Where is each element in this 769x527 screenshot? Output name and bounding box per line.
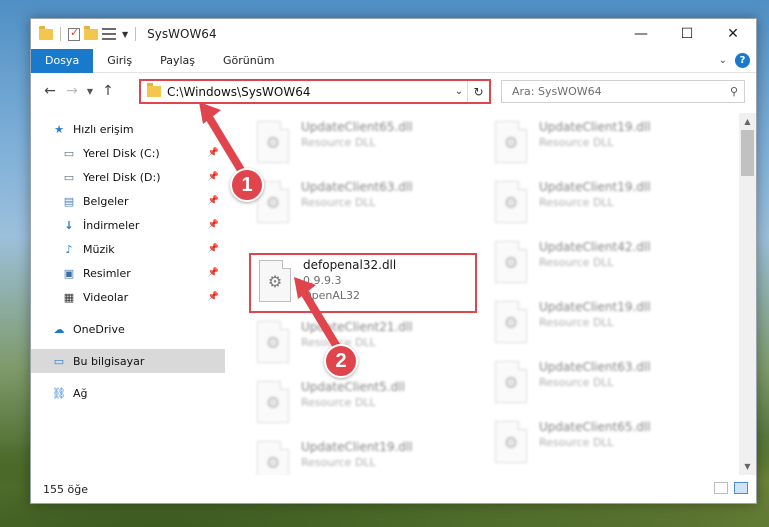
sidebar-item-music[interactable]: ♪ Müzik 📌 — [31, 237, 225, 261]
dll-file-icon: ⚙ — [257, 321, 289, 363]
scroll-up-arrow-icon[interactable]: ▲ — [739, 113, 756, 130]
dll-file-icon: ⚙ — [495, 301, 527, 343]
tab-home[interactable]: Giriş — [93, 49, 146, 73]
refresh-icon[interactable]: ↻ — [467, 81, 489, 102]
folder-icon — [147, 83, 161, 97]
dll-file-icon: ⚙ — [495, 121, 527, 163]
pin-icon[interactable]: 📌 — [208, 196, 219, 206]
cloud-icon: ☁ — [53, 322, 65, 336]
highlighted-file-defopenal32[interactable]: ⚙ defopenal32.dll 0.9.9.3 OpenAL32 — [249, 253, 477, 313]
search-icon[interactable]: ⚲ — [724, 85, 744, 98]
drive-icon: ▭ — [63, 146, 75, 160]
pin-icon[interactable]: 📌 — [208, 268, 219, 278]
details-view-icon[interactable] — [714, 482, 728, 494]
list-item[interactable]: ⚙ UpdateClient19.dll Resource DLL — [487, 295, 715, 355]
minimize-button[interactable]: — — [618, 19, 664, 49]
vertical-scrollbar[interactable]: ▲ ▼ — [739, 113, 756, 475]
address-path[interactable]: C:\Windows\SysWOW64 — [167, 85, 451, 99]
sidebar-item-this-pc[interactable]: ▭ Bu bilgisayar — [31, 349, 225, 373]
drive-icon: ▭ — [63, 170, 75, 184]
list-item[interactable]: ⚙ UpdateClient19.dll Resource DLL — [487, 115, 715, 175]
ribbon-tabs: Dosya Giriş Paylaş Görünüm ⌄ ? — [31, 48, 756, 73]
sidebar-item-network[interactable]: ⛓ Ağ — [31, 381, 225, 405]
folder-icon — [39, 25, 53, 40]
sidebar-item-pictures[interactable]: ▣ Resimler 📌 — [31, 261, 225, 285]
list-item[interactable]: ⚙ UpdateClient63.dll Resource DLL — [249, 175, 477, 235]
list-item[interactable]: ⚙ UpdateClient42.dll Resource DLL — [487, 235, 715, 295]
dll-file-icon: ⚙ — [495, 361, 527, 403]
list-item[interactable]: ⚙ UpdateClient19.dll Resource DLL — [249, 435, 477, 475]
tab-view[interactable]: Görünüm — [209, 49, 288, 73]
title-bar: ▼ SysWOW64 — ☐ ✕ — [31, 19, 756, 49]
video-icon: ▦ — [63, 290, 75, 304]
back-button[interactable]: ← — [39, 79, 61, 103]
forward-button[interactable]: → — [61, 79, 83, 103]
computer-icon: ▭ — [53, 354, 65, 368]
close-button[interactable]: ✕ — [710, 19, 756, 49]
network-icon: ⛓ — [52, 386, 66, 400]
documents-icon: ▤ — [63, 194, 75, 208]
step-badge-2: 2 — [324, 344, 358, 378]
window-controls: — ☐ ✕ — [618, 19, 756, 49]
scroll-down-arrow-icon[interactable]: ▼ — [739, 458, 756, 475]
address-dropdown-chevron-icon[interactable]: ⌄ — [451, 86, 467, 97]
window-title: SysWOW64 — [147, 27, 217, 41]
dll-file-icon: ⚙ — [257, 381, 289, 423]
properties-icon[interactable] — [68, 26, 80, 41]
star-icon: ★ — [54, 122, 64, 136]
tab-file[interactable]: Dosya — [31, 48, 94, 73]
dll-file-icon: ⚙ — [257, 441, 289, 475]
list-item[interactable]: ⚙ UpdateClient19.dll Resource DLL — [487, 175, 715, 235]
new-folder-icon[interactable] — [84, 25, 98, 40]
list-item[interactable]: ⚙ UpdateClient65.dll Resource DLL — [487, 415, 715, 475]
expand-ribbon-chevron-icon[interactable]: ⌄ — [719, 55, 727, 66]
list-item[interactable]: ⚙ UpdateClient5.dll Resource DLL — [249, 375, 477, 435]
item-count: 155 öğe — [43, 482, 88, 496]
status-bar: 155 öğe — [31, 475, 756, 503]
up-button[interactable]: ↑ — [97, 79, 119, 103]
pin-icon[interactable]: 📌 — [208, 244, 219, 254]
navigation-bar: ← → ▼ ↑ C:\Windows\SysWOW64 ⌄ ↻ Ara: Sys… — [31, 73, 756, 109]
quick-access-toolbar: ▼ — [31, 19, 139, 49]
music-icon: ♪ — [65, 242, 73, 256]
list-item[interactable]: ⚙ UpdateClient65.dll Resource DLL — [249, 115, 477, 175]
pin-icon[interactable]: 📌 — [208, 292, 219, 302]
dll-file-icon: ⚙ — [495, 421, 527, 463]
scrollbar-thumb[interactable] — [741, 130, 754, 176]
search-box[interactable]: Ara: SysWOW64 ⚲ — [501, 80, 745, 103]
search-input[interactable]: Ara: SysWOW64 — [512, 85, 724, 98]
recent-locations-chevron-icon[interactable]: ▼ — [83, 79, 97, 103]
file-explorer-window: ▼ SysWOW64 — ☐ ✕ Dosya Giriş Paylaş Görü… — [30, 18, 757, 504]
customize-toolbar-chevron-icon[interactable]: ▼ — [122, 30, 128, 39]
list-item[interactable]: ⚙ UpdateClient63.dll Resource DLL — [487, 355, 715, 415]
pin-icon[interactable]: 📌 — [208, 220, 219, 230]
sidebar-item-onedrive[interactable]: ☁ OneDrive — [31, 317, 225, 341]
large-icons-view-icon[interactable] — [734, 482, 748, 494]
dll-file-icon: ⚙ — [495, 181, 527, 223]
sidebar-item-documents[interactable]: ▤ Belgeler 📌 — [31, 189, 225, 213]
help-icon[interactable]: ? — [735, 53, 750, 68]
step-badge-1: 1 — [230, 168, 264, 202]
sidebar-item-downloads[interactable]: ↓ İndirmeler 📌 — [31, 213, 225, 237]
dll-file-icon: ⚙ — [495, 241, 527, 283]
view-list-icon[interactable] — [102, 28, 116, 40]
list-item[interactable]: ⚙ UpdateClient21.dll Resource DLL — [249, 315, 477, 375]
sidebar-item-videos[interactable]: ▦ Videolar 📌 — [31, 285, 225, 309]
dll-file-icon: ⚙ — [259, 260, 291, 302]
maximize-button[interactable]: ☐ — [664, 19, 710, 49]
address-bar[interactable]: C:\Windows\SysWOW64 ⌄ ↻ — [139, 79, 491, 104]
tab-share[interactable]: Paylaş — [146, 49, 209, 73]
download-icon: ↓ — [64, 218, 74, 232]
pictures-icon: ▣ — [63, 266, 75, 280]
